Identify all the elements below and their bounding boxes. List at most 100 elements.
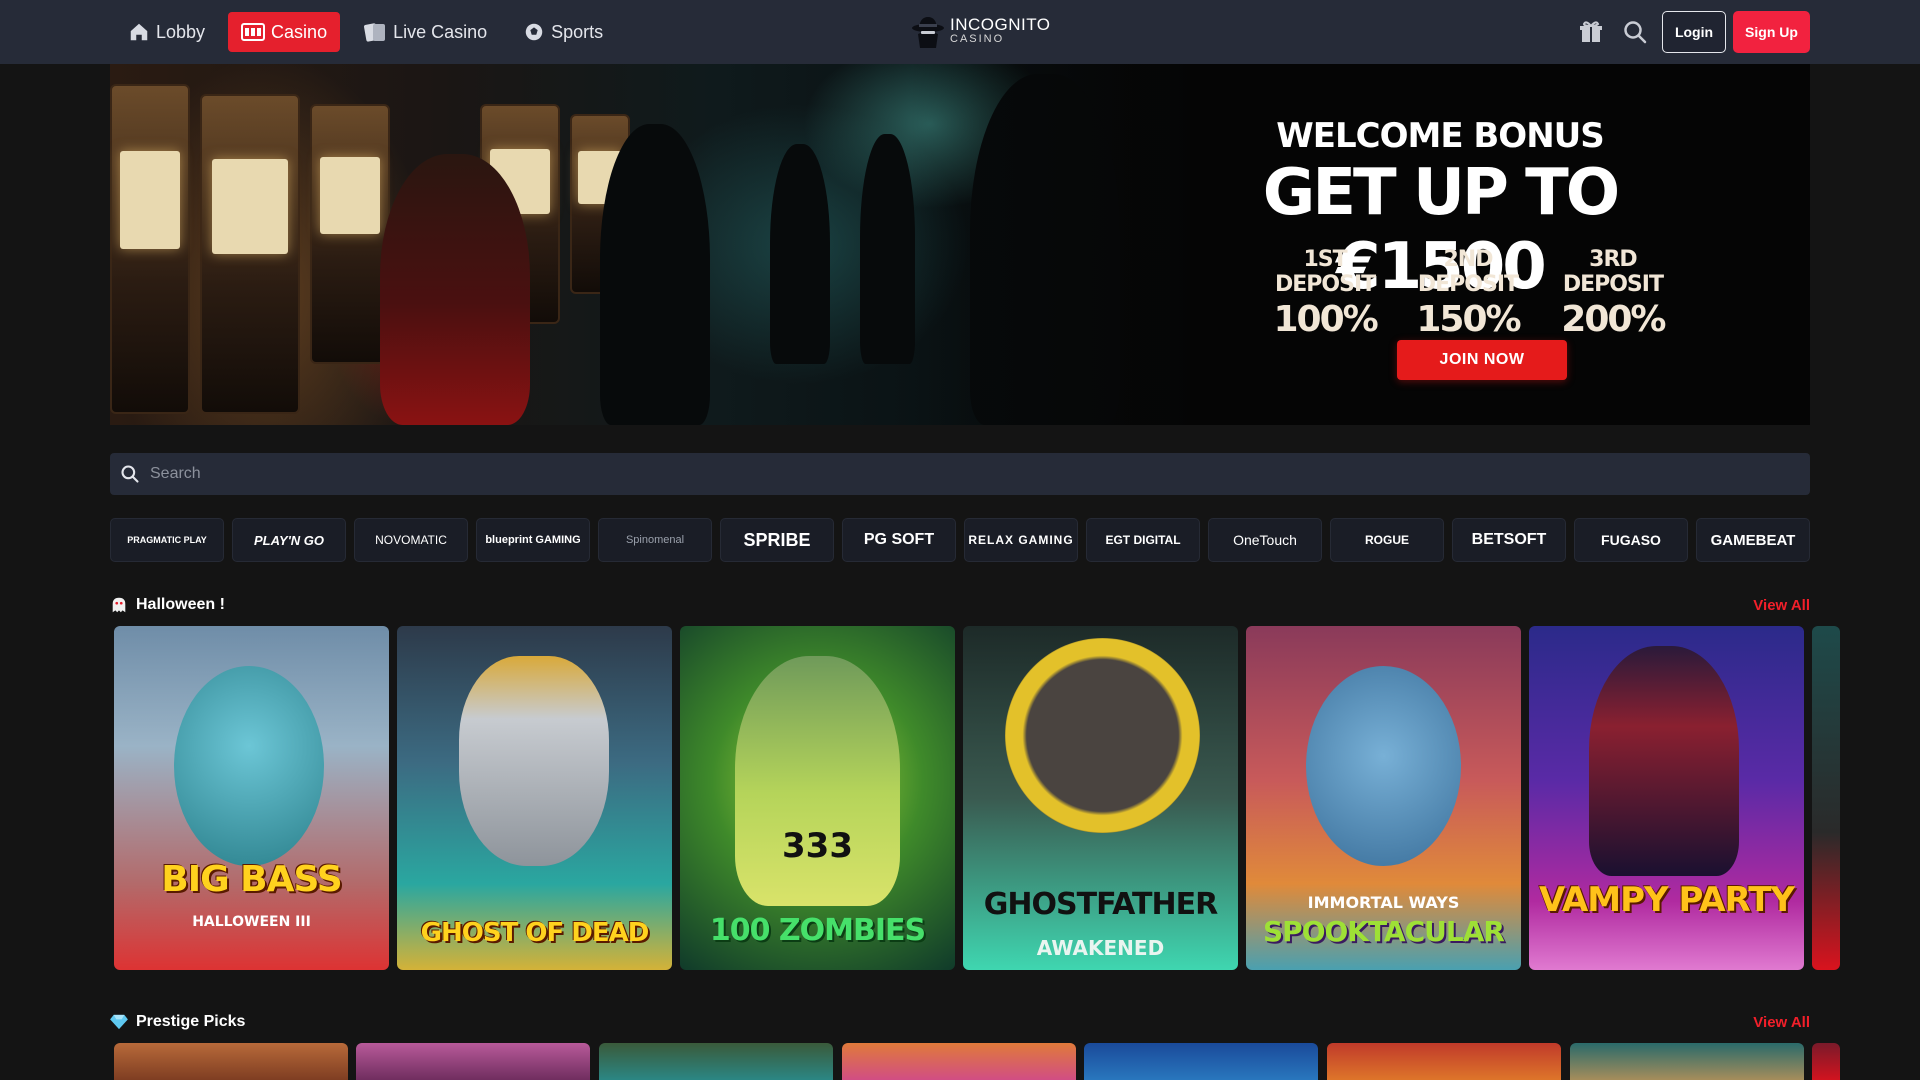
distant-figure — [860, 134, 915, 364]
slot-machine-art — [310, 104, 390, 364]
brand-logo[interactable]: INCOGNITO CASINO — [910, 14, 1051, 50]
provider-betsoft[interactable]: BETSOFT — [1452, 518, 1566, 562]
ghost-icon — [112, 597, 126, 613]
provider-pragmatic-play[interactable]: PRAGMATIC PLAY — [110, 518, 224, 562]
nav-item-sports[interactable]: Sports — [510, 12, 616, 52]
nav-item-label: Sports — [551, 21, 604, 42]
deposit-tiers: 1ST DEPOSIT 100% 2ND DEPOSIT 150% 3RD DE… — [1255, 247, 1685, 340]
bonus-title: WELCOME BONUS — [1276, 116, 1605, 156]
gift-icon — [1580, 21, 1602, 42]
nav-item-casino[interactable]: Casino — [228, 12, 341, 52]
provider-playngo[interactable]: PLAY'N GO — [232, 518, 346, 562]
game-tile-partial[interactable] — [1812, 626, 1840, 970]
zombie-fisherman-art — [174, 666, 324, 866]
game-tile[interactable] — [356, 1043, 590, 1080]
signup-button[interactable]: Sign Up — [1733, 11, 1810, 53]
section-title: Halloween ! — [136, 596, 225, 613]
game-tile[interactable] — [1327, 1043, 1561, 1080]
woman-in-red-dress-figure — [380, 154, 530, 425]
game-tile[interactable] — [842, 1043, 1076, 1080]
search-icon — [121, 465, 139, 483]
zombie-runner-art — [735, 656, 900, 906]
nav-item-live-casino[interactable]: Live Casino — [350, 12, 500, 52]
provider-name: NOVOMATIC — [375, 533, 447, 547]
provider-rogue[interactable]: ROGUE — [1330, 518, 1444, 562]
deposit-tier: 1ST DEPOSIT 100% — [1255, 247, 1395, 340]
game-title: GHOST OF DEAD — [420, 918, 650, 948]
game-subtitle: AWAKENED — [1036, 936, 1165, 960]
deposit-percent: 150% — [1416, 299, 1521, 340]
search-icon — [1624, 21, 1647, 44]
join-now-button[interactable]: JOIN NOW — [1397, 340, 1567, 380]
distant-figure — [770, 144, 830, 364]
halloween-games-row: HALLOWEEN III BIG BASS GHOST OF DEAD 333… — [114, 626, 1840, 970]
home-icon — [130, 23, 148, 41]
game-subtitle: HALLOWEEN III — [192, 914, 311, 930]
game-tile-partial[interactable] — [1812, 1043, 1840, 1080]
vampire-art — [1589, 646, 1739, 876]
provider-blueprint[interactable]: blueprint GAMING — [476, 518, 590, 562]
provider-name: BETSOFT — [1471, 531, 1547, 548]
provider-egt-digital[interactable]: EGT DIGITAL — [1086, 518, 1200, 562]
login-button[interactable]: Login — [1662, 11, 1726, 53]
game-tile[interactable]: 333 100 ZOMBIES — [680, 626, 955, 970]
game-title: GHOSTFATHER — [983, 887, 1218, 922]
game-search-bar — [110, 453, 1810, 495]
welcome-bonus-banner[interactable]: WELCOME BONUS GET UP TO €1500 1ST DEPOSI… — [110, 64, 1810, 425]
logo-main-text: INCOGNITO — [950, 15, 1051, 34]
game-title: BIG BASS — [161, 859, 342, 900]
game-title: VAMPY PARTY — [1538, 880, 1795, 920]
game-tile[interactable] — [1570, 1043, 1804, 1080]
provider-name: FUGASO — [1601, 532, 1661, 548]
deposit-percent: 100% — [1273, 299, 1378, 340]
game-tile[interactable]: AWAKENED GHOSTFATHER — [963, 626, 1238, 970]
provider-name: GAMEBEAT — [1710, 531, 1796, 549]
view-all-link[interactable]: View All — [1753, 1014, 1810, 1031]
top-navigation-bar: Lobby Casino Live Casino Sports INCOGNIT… — [0, 0, 1920, 64]
provider-name: RELAX GAMING — [968, 533, 1074, 547]
game-tile[interactable] — [114, 1043, 348, 1080]
game-tile[interactable]: HALLOWEEN III BIG BASS — [114, 626, 389, 970]
provider-name: PLAY'N GO — [253, 532, 325, 548]
gift-button[interactable] — [1580, 20, 1602, 44]
provider-name: EGT DIGITAL — [1105, 533, 1181, 547]
game-tile[interactable] — [599, 1043, 833, 1080]
provider-name: PG SOFT — [863, 531, 935, 548]
provider-spinomenal[interactable]: Spinomenal — [598, 518, 712, 562]
provider-fugaso[interactable]: FUGASO — [1574, 518, 1688, 562]
game-title: SPOOKTACULAR — [1263, 915, 1505, 948]
ghost-medallion-art — [1005, 638, 1200, 833]
provider-name: PRAGMATIC PLAY — [127, 535, 207, 545]
section-title: Prestige Picks — [136, 1013, 246, 1030]
slot-machine-art — [110, 84, 190, 414]
pharaoh-mask-art — [459, 656, 609, 866]
cards-icon — [364, 23, 386, 42]
search-toggle-button[interactable] — [1623, 20, 1647, 44]
provider-strip: PRAGMATIC PLAY PLAY'N GO NOVOMATIC bluep… — [110, 518, 1810, 562]
deposit-label: 2ND DEPOSIT — [1417, 247, 1519, 297]
game-tile[interactable]: VAMPY PARTY — [1529, 626, 1804, 970]
monster-chef-art — [1306, 666, 1461, 866]
deposit-tier: 2ND DEPOSIT 150% — [1395, 247, 1541, 340]
game-tile[interactable]: GHOST OF DEAD — [397, 626, 672, 970]
nav-item-label: Casino — [271, 21, 328, 42]
main-nav: Lobby Casino Live Casino Sports — [115, 12, 626, 52]
provider-onetouch[interactable]: OneTouch — [1208, 518, 1322, 562]
game-tile[interactable]: IMMORTAL WAYS SPOOKTACULAR — [1246, 626, 1521, 970]
game-tile[interactable] — [1084, 1043, 1318, 1080]
provider-spribe[interactable]: SPRIBE — [720, 518, 834, 562]
provider-novomatic[interactable]: NOVOMATIC — [354, 518, 468, 562]
nav-item-lobby[interactable]: Lobby — [115, 12, 218, 52]
game-subtitle: 333 — [782, 826, 853, 866]
sports-ball-icon — [525, 23, 543, 41]
search-input[interactable] — [140, 453, 1810, 495]
deposit-label: 1ST DEPOSIT — [1275, 247, 1376, 297]
deposit-label: 3RD DEPOSIT — [1562, 247, 1664, 297]
slot-machine-icon — [241, 23, 266, 41]
provider-relax-gaming[interactable]: RELAX GAMING — [964, 518, 1078, 562]
provider-pg-soft[interactable]: PG SOFT — [842, 518, 956, 562]
nav-item-label: Live Casino — [393, 21, 488, 42]
provider-gamebeat[interactable]: GAMEBEAT — [1696, 518, 1810, 562]
prestige-picks-row — [114, 1043, 1840, 1080]
view-all-link[interactable]: View All — [1753, 597, 1810, 614]
